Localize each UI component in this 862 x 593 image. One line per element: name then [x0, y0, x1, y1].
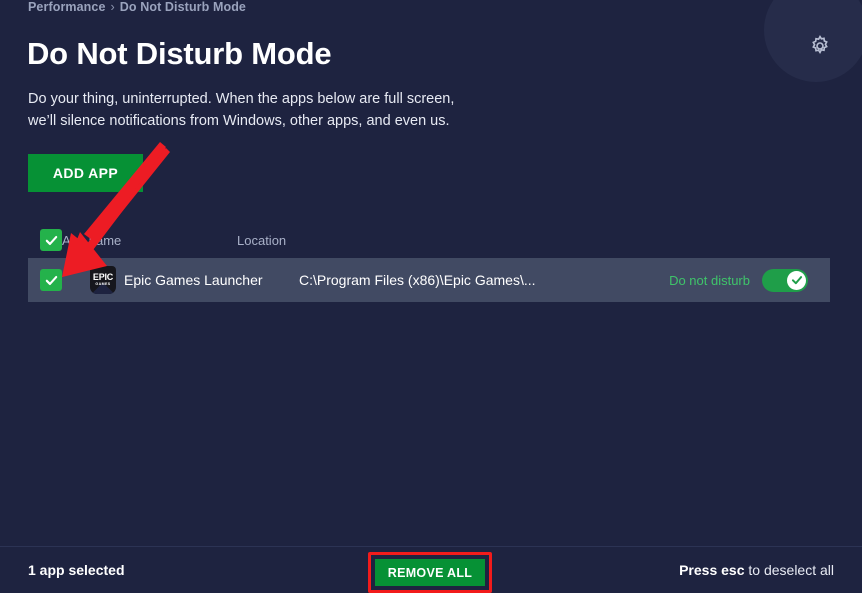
page-description: Do your thing, uninterrupted. When the a… — [28, 91, 455, 129]
row-checkbox-cell — [28, 269, 90, 291]
remove-all-button[interactable]: REMOVE ALL — [375, 559, 485, 586]
table-header-row: App name Location — [0, 222, 862, 258]
row-dnd-cell: Do not disturb — [645, 268, 830, 292]
breadcrumb: Performance › Do Not Disturb Mode — [28, 0, 246, 14]
do-not-disturb-page: Performance › Do Not Disturb Mode Do Not D… — [0, 0, 862, 593]
table-row[interactable]: EPIC GAMES Epic Games Launcher C:\Progra… — [28, 258, 830, 302]
add-app-button[interactable]: ADD APP — [28, 154, 143, 192]
select-all-checkbox[interactable] — [40, 229, 62, 251]
row-select-checkbox[interactable] — [40, 269, 62, 291]
esc-hint-bold: Press esc — [679, 562, 745, 578]
epic-games-icon: EPIC GAMES — [90, 266, 116, 294]
epic-icon-text-bottom: GAMES — [95, 281, 111, 286]
breadcrumb-separator: › — [110, 0, 115, 14]
remove-all-highlight: REMOVE ALL — [368, 552, 492, 593]
esc-hint-rest: to deselect all — [744, 562, 834, 578]
dnd-toggle[interactable] — [762, 268, 808, 292]
epic-icon-text-top: EPIC — [92, 271, 114, 282]
selection-count-label: 1 app selected — [28, 562, 125, 578]
apps-table: App name Location EPIC GAMES Epic Games … — [0, 222, 862, 302]
breadcrumb-current: Do Not Disturb Mode — [119, 0, 246, 14]
dnd-toggle-knob — [787, 270, 806, 290]
row-location: C:\Program Files (x86)\Epic Games\... — [299, 272, 536, 288]
dnd-status-label: Do not disturb — [669, 272, 750, 288]
header-checkbox-cell — [0, 229, 62, 251]
gear-icon[interactable] — [808, 34, 832, 58]
column-header-app-name: App name — [62, 232, 122, 248]
breadcrumb-parent[interactable]: Performance — [28, 0, 106, 14]
column-header-location: Location — [237, 232, 287, 248]
row-app-icon-cell: EPIC GAMES — [90, 266, 124, 294]
esc-hint: Press esc to deselect all — [679, 562, 834, 578]
row-app-name: Epic Games Launcher — [124, 272, 263, 288]
page-title: Do Not Disturb Mode — [27, 36, 332, 71]
